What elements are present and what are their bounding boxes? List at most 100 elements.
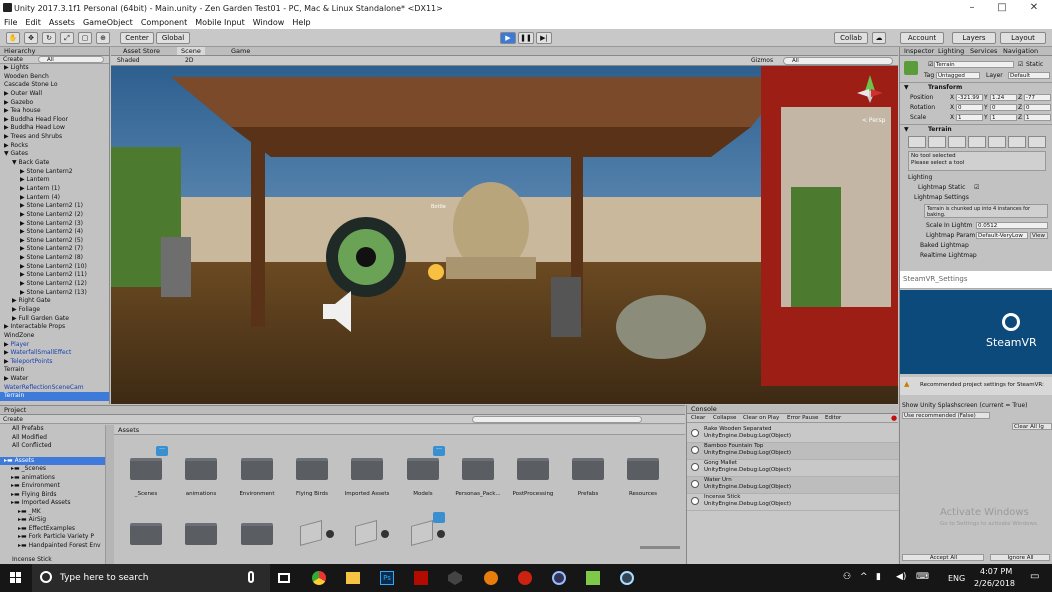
hierarchy-item[interactable]: ▶ WaterfallSmallEffect	[0, 349, 109, 358]
console-collapse-button[interactable]: Collapse	[713, 415, 736, 421]
hierarchy-item[interactable]: ▶ Water	[0, 375, 109, 384]
tab-services[interactable]: Services	[970, 47, 997, 56]
folder-icon[interactable]	[407, 458, 439, 480]
minimize-icon[interactable]: –	[958, 0, 986, 16]
smooth-height-icon[interactable]	[948, 136, 966, 148]
acrobat-icon[interactable]	[414, 571, 428, 585]
hierarchy-item[interactable]: ▶ Player	[0, 341, 109, 350]
hierarchy-item[interactable]: ▶ Lantern (1)	[0, 185, 109, 194]
prefab-icon[interactable]	[411, 520, 433, 546]
lightmap-static-checkbox[interactable]: ☑	[974, 184, 979, 191]
console-entry[interactable]: Incense Stick UnityEngine.Debug:Log(Objec…	[687, 494, 899, 511]
project-tab[interactable]: Project	[0, 406, 685, 415]
windows-start-icon[interactable]	[10, 572, 22, 584]
audio-source-icon[interactable]	[321, 289, 361, 334]
play-button[interactable]: ▶	[500, 32, 516, 44]
project-create-button[interactable]: Create	[3, 416, 23, 423]
hierarchy-item[interactable]: ▶ Stone Lantern2 (7)	[0, 245, 109, 254]
terrain-settings-icon[interactable]	[1028, 136, 1046, 148]
menu-mobile-input[interactable]: Mobile Input	[191, 16, 249, 29]
play-preview-icon[interactable]	[381, 530, 389, 538]
hierarchy-item[interactable]: ▶ Lantern	[0, 176, 109, 185]
scale-lightmap-field[interactable]: 0.0512	[976, 222, 1048, 229]
pivot-global-button[interactable]: Global	[156, 32, 190, 44]
clear-all-ignores-button[interactable]: Clear All Ig	[1012, 423, 1052, 430]
baked-lightmap-foldout[interactable]: Baked Lightmap	[920, 242, 969, 249]
hierarchy-item[interactable]: Terrain	[0, 366, 109, 375]
hierarchy-item[interactable]: ▶ Stone Lantern2 (10)	[0, 263, 109, 272]
folder-icon[interactable]	[572, 458, 604, 480]
console-entry[interactable]: Water Urn UnityEngine.Debug:Log(Object)	[687, 477, 899, 494]
asset-tree-item[interactable]: ▸▬ _MK	[0, 508, 105, 517]
folder-icon[interactable]	[185, 458, 217, 480]
hierarchy-item[interactable]: WaterReflectionSceneCam	[0, 384, 109, 393]
layers-button[interactable]: Layers	[952, 32, 996, 44]
hierarchy-search-input[interactable]: All	[38, 56, 104, 63]
folder-icon[interactable]	[130, 458, 162, 480]
move-tool-icon[interactable]: ✥	[24, 32, 38, 44]
pos-y-field[interactable]: 1.24	[990, 94, 1017, 101]
hierarchy-item[interactable]: ▶ Lights	[0, 64, 109, 73]
volume-icon[interactable]: ◀)	[896, 572, 906, 582]
asset-tree-item[interactable]: ▸▬ Imported Assets	[0, 499, 105, 508]
active-checkbox[interactable]: ☑	[928, 61, 933, 68]
hierarchy-item[interactable]: ▶ Stone Lantern2 (3)	[0, 220, 109, 229]
clock-date[interactable]: 2/26/2018	[974, 579, 1015, 588]
clock-time[interactable]: 4:07 PM	[980, 567, 1012, 576]
hierarchy-item[interactable]: ▶ Rocks	[0, 142, 109, 151]
project-search-input[interactable]	[472, 416, 642, 423]
hierarchy-item[interactable]: ▼ Gates	[0, 150, 109, 159]
app-green-icon[interactable]	[586, 571, 600, 585]
accept-all-button[interactable]: Accept All	[902, 554, 984, 561]
asset-tree-item[interactable]: ▸▬ Flying Birds	[0, 491, 105, 500]
hierarchy-item[interactable]: ▶ Stone Lantern2	[0, 168, 109, 177]
rot-x-field[interactable]: 0	[956, 104, 983, 111]
rot-z-field[interactable]: 0	[1024, 104, 1051, 111]
steamvr-taskbar-icon[interactable]	[620, 571, 634, 585]
layer-dropdown[interactable]: Default	[1008, 72, 1050, 79]
play-preview-icon[interactable]	[437, 530, 445, 538]
prefab-icon[interactable]	[355, 520, 377, 546]
tab-inspector[interactable]: Inspector	[904, 47, 934, 56]
hierarchy-item[interactable]: ▶ Stone Lantern2 (13)	[0, 289, 109, 298]
taskbar-search-box[interactable]: Type here to search	[32, 564, 270, 592]
scene-view[interactable]: Asset Store Scene Game Shaded 2D Gizmos …	[111, 47, 898, 404]
pos-x-field[interactable]: -321.99	[956, 94, 983, 101]
pos-z-field[interactable]: -77	[1024, 94, 1051, 101]
step-button[interactable]: ▶|	[536, 32, 552, 44]
folder-icon[interactable]	[462, 458, 494, 480]
console-entry[interactable]: Rake Wooden Separated UnityEngine.Debug:L…	[687, 426, 899, 443]
menu-component[interactable]: Component	[137, 16, 191, 29]
folder-icon[interactable]	[351, 458, 383, 480]
paint-texture-icon[interactable]	[968, 136, 986, 148]
paint-details-icon[interactable]	[1008, 136, 1026, 148]
folder-icon[interactable]	[296, 458, 328, 480]
asset-tree-item[interactable]: ▸▬ Fork Particle Variety P	[0, 533, 105, 542]
people-icon[interactable]: ⚇	[843, 572, 851, 582]
notifications-icon[interactable]: ▭	[1030, 571, 1039, 582]
hierarchy-item[interactable]: ▶ Right Gate	[0, 297, 109, 306]
tray-chevron-icon[interactable]: ^	[860, 572, 868, 582]
play-preview-icon[interactable]	[326, 530, 334, 538]
microphone-icon[interactable]	[248, 571, 254, 583]
favorite-item[interactable]: All Prefabs	[0, 425, 105, 434]
terrain-expand-icon[interactable]: ▼	[904, 126, 909, 133]
hierarchy-item[interactable]: ▶ Buddha Head Floor	[0, 116, 109, 125]
hierarchy-item[interactable]: ▶ Full Garden Gate	[0, 315, 109, 324]
hierarchy-item[interactable]: ▼ Back Gate	[0, 159, 109, 168]
tab-lighting[interactable]: Lighting	[938, 47, 964, 56]
paint-height-icon[interactable]	[928, 136, 946, 148]
use-recommended-button[interactable]: Use recommended (False)	[902, 412, 990, 419]
console-editor-dropdown[interactable]: Editor	[825, 415, 841, 421]
2d-toggle[interactable]: 2D	[185, 57, 193, 64]
collab-button[interactable]: Collab	[834, 32, 868, 44]
tab-scene[interactable]: Scene	[177, 47, 205, 55]
hierarchy-item[interactable]: ▶ TeleportPoints	[0, 358, 109, 367]
app-red-icon[interactable]	[518, 571, 532, 585]
console-entry[interactable]: Bamboo Fountain Top UnityEngine.Debug:Log…	[687, 443, 899, 460]
hierarchy-item[interactable]: ▶ Stone Lantern2 (8)	[0, 254, 109, 263]
blender-icon[interactable]	[484, 571, 498, 585]
hierarchy-item[interactable]: ▶ Stone Lantern2 (1)	[0, 202, 109, 211]
hierarchy-item[interactable]: ▶ Lantern (4)	[0, 194, 109, 203]
favorite-item[interactable]: All Conflicted	[0, 442, 105, 451]
